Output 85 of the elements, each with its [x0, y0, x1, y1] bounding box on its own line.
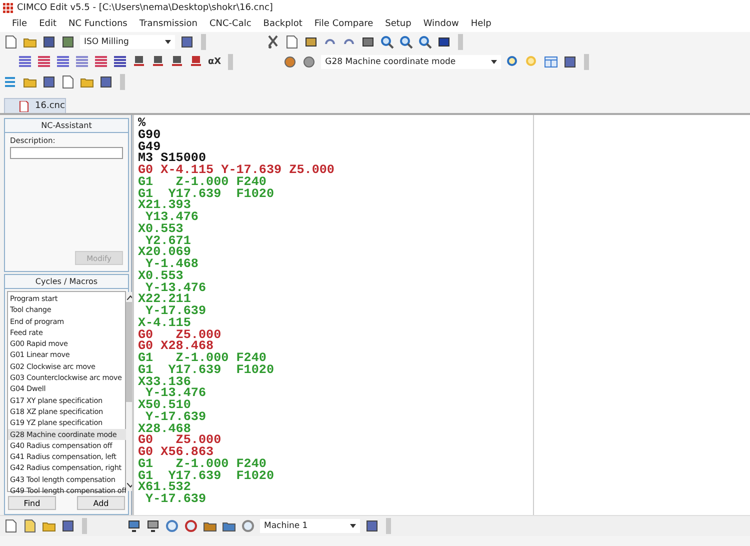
code-line: G49 [138, 142, 161, 154]
file-tab[interactable]: 16.cnc [4, 98, 66, 113]
code-line: X0.553 [138, 270, 184, 282]
code-line: X0.553 [138, 224, 184, 236]
computer-icon[interactable] [127, 519, 141, 533]
menu-item[interactable]: Help [464, 18, 498, 28]
document-icon[interactable] [4, 519, 18, 533]
menu-item[interactable]: File [6, 18, 34, 28]
caret-icon[interactable] [165, 40, 171, 44]
code-line: G1 Z-1.000 F240 [138, 458, 266, 470]
code-line: G1 Z-1.000 F240 [138, 353, 266, 365]
menu-item[interactable]: NC Functions [62, 18, 134, 28]
code-line: G1 Z-1.000 F240 [138, 176, 266, 188]
code-line: Y-1.468 [146, 259, 200, 271]
document-icon [19, 100, 29, 112]
scroll-up-icon[interactable] [126, 295, 134, 300]
code-line: X21.393 [138, 200, 191, 212]
code-line: G0 X56.863 [138, 447, 214, 459]
machine-type-dropdown[interactable]: ISO Milling [80, 35, 175, 49]
grid-icon[interactable] [75, 55, 89, 69]
macro-dropdown[interactable]: G28 Machine coordinate mode [321, 55, 502, 69]
code-line: X-4.115 [138, 318, 191, 330]
scroll-down-icon[interactable] [126, 483, 134, 488]
computer-icon[interactable] [146, 519, 160, 533]
toolbar-grip[interactable] [458, 34, 463, 50]
code-line: G0 Z5.000 [138, 330, 222, 342]
code-line: G90 [138, 130, 162, 142]
table-icon[interactable] [544, 55, 558, 69]
caret-icon[interactable] [350, 524, 356, 528]
code-line: X61.532 [138, 482, 191, 494]
window-icon[interactable] [437, 35, 451, 49]
code-line: X50.510 [138, 400, 191, 412]
code-line: G0 X28.468 [138, 341, 214, 353]
grid-icon[interactable] [56, 55, 70, 69]
scissors-icon[interactable] [266, 35, 280, 49]
code-line: Y-17.639 [144, 494, 208, 506]
code-line: Y-17.639 [146, 412, 208, 424]
toolbar-grip[interactable] [120, 74, 125, 90]
macro-button[interactable]: Find [8, 496, 56, 510]
toolbar-grip[interactable] [584, 54, 590, 70]
alpha-x-button[interactable]: αX [208, 57, 222, 67]
copy-icon[interactable] [285, 35, 299, 49]
machine-dropdown[interactable]: Machine 1 [260, 519, 360, 533]
code-line: G1 Y17.639 F1020 [138, 470, 276, 482]
panel-title: Cycles / Macros [5, 275, 128, 289]
panel-title: NC-Assistant [5, 119, 128, 133]
grid-icon[interactable] [94, 55, 108, 69]
menu-item[interactable]: Backplot [257, 18, 308, 28]
code-line: G0 Z5.000 [138, 435, 222, 447]
description-field[interactable] [10, 147, 123, 159]
document-icon[interactable] [61, 75, 75, 89]
grid-icon[interactable] [113, 55, 127, 69]
code-line: Y-17.639 [146, 306, 208, 318]
code-line: Y-13.476 [146, 282, 208, 294]
lines-icon[interactable] [4, 75, 18, 89]
code-line: Y2.671 [146, 236, 192, 248]
code-line: G1 Y17.639 F1020 [138, 188, 276, 200]
code-line: % [138, 118, 146, 130]
code-line: X33.136 [138, 376, 191, 388]
code-line: Y-13.476 [146, 388, 208, 400]
toolbar-grip[interactable] [82, 518, 87, 534]
menu-item[interactable]: CNC-Calc [204, 18, 258, 28]
menu-item[interactable]: Setup [379, 18, 418, 28]
document-icon[interactable] [23, 519, 37, 533]
grid-icon[interactable] [18, 55, 32, 69]
window-title: CIMCO Edit v5.5 - [C:\Users\nema\Desktop\shokr\16.cnc] [17, 2, 273, 12]
code-line: M3 S15000 [138, 153, 206, 165]
app-logo-icon [3, 2, 13, 12]
macro-button[interactable]: Add [77, 496, 125, 510]
menu-item[interactable]: Edit [33, 18, 62, 28]
code-line: G0 X-4.115 Y-17.639 Z5.000 [138, 165, 336, 177]
toolbar-grip[interactable] [228, 54, 234, 70]
toolbar-grip[interactable] [201, 34, 206, 50]
grid-icon[interactable] [37, 55, 51, 69]
code-line: Y13.476 [146, 212, 200, 224]
menu-item[interactable]: Window [417, 18, 465, 28]
code-line: X22.211 [138, 294, 191, 306]
caret-icon[interactable] [491, 60, 498, 64]
toolbar-grip[interactable] [386, 518, 391, 534]
code-line: G1 Y17.639 F1020 [138, 364, 276, 376]
code-line: X28.468 [138, 424, 191, 436]
menu-item[interactable]: File Compare [308, 18, 380, 28]
document-icon[interactable] [4, 35, 18, 49]
menu-item[interactable]: Transmission [133, 18, 204, 28]
code-line: X20.069 [138, 247, 191, 259]
